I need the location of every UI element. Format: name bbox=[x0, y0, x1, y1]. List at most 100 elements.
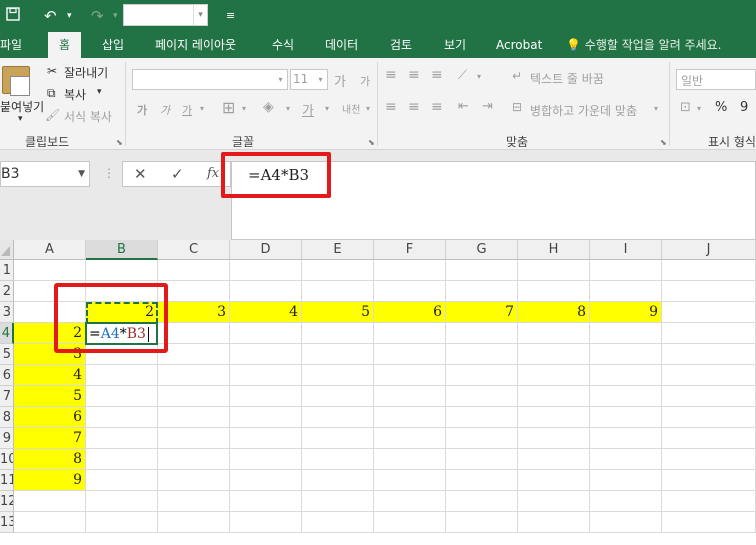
cell-G7[interactable] bbox=[446, 386, 518, 407]
cell-E11[interactable] bbox=[302, 470, 374, 491]
cell-E1[interactable] bbox=[302, 260, 374, 281]
cell-I8[interactable] bbox=[590, 407, 662, 428]
cell-H5[interactable] bbox=[518, 344, 590, 365]
chevron-down-icon[interactable]: ▾ bbox=[242, 104, 246, 113]
copy-button[interactable]: 복사 bbox=[64, 86, 86, 103]
cell-J4[interactable] bbox=[662, 323, 756, 344]
tab-3[interactable]: 페이지 레이아웃 bbox=[155, 32, 236, 58]
borders-icon[interactable]: ⊞ bbox=[222, 98, 235, 117]
increase-indent-icon[interactable]: ⇥ bbox=[482, 99, 493, 114]
cell-I11[interactable] bbox=[590, 470, 662, 491]
row-header-7[interactable]: 7 bbox=[0, 386, 14, 407]
merge-center-button[interactable]: 병합하고 가운데 맞춤 bbox=[530, 102, 637, 119]
cancel-icon[interactable]: ✕ bbox=[134, 165, 147, 183]
tab-4[interactable]: 수식 bbox=[272, 32, 294, 58]
number-format-box[interactable]: 일반 bbox=[676, 69, 756, 90]
cell-J10[interactable] bbox=[662, 449, 756, 470]
cell-F6[interactable] bbox=[374, 365, 446, 386]
row-header-3[interactable]: 3 bbox=[0, 302, 14, 323]
cell-C10[interactable] bbox=[158, 449, 230, 470]
cell-B12[interactable] bbox=[86, 491, 158, 512]
cell-G6[interactable] bbox=[446, 365, 518, 386]
cell-E10[interactable] bbox=[302, 449, 374, 470]
cell-I7[interactable] bbox=[590, 386, 662, 407]
column-header-D[interactable]: D bbox=[230, 240, 302, 260]
tell-me-search[interactable]: 💡 수행할 작업을 알려 주세요. bbox=[566, 32, 721, 58]
cell-J3[interactable] bbox=[662, 302, 756, 323]
align-top-icon[interactable]: ≡ bbox=[385, 67, 397, 83]
align-center-icon[interactable]: ≡ bbox=[408, 99, 420, 115]
cell-B8[interactable] bbox=[86, 407, 158, 428]
cell-D6[interactable] bbox=[230, 365, 302, 386]
cell-F4[interactable] bbox=[374, 323, 446, 344]
paste-button[interactable]: 붙여넣기 bbox=[0, 98, 44, 115]
orientation-icon[interactable]: ⟋ bbox=[458, 68, 467, 83]
cell-J8[interactable] bbox=[662, 407, 756, 428]
italic-button[interactable]: 가 bbox=[160, 102, 170, 118]
cell-A1[interactable] bbox=[14, 260, 86, 281]
dialog-launcher-icon[interactable]: ⬊ bbox=[116, 138, 123, 147]
row-header-5[interactable]: 5 bbox=[0, 344, 14, 365]
cell-D8[interactable] bbox=[230, 407, 302, 428]
cell-C12[interactable] bbox=[158, 491, 230, 512]
tab-8[interactable]: Acrobat bbox=[496, 32, 542, 58]
tab-2[interactable]: 삽입 bbox=[102, 32, 124, 58]
dialog-launcher-icon[interactable]: ⬊ bbox=[368, 138, 375, 147]
cell-E12[interactable] bbox=[302, 491, 374, 512]
merge-icon[interactable]: ⊟ bbox=[512, 100, 522, 114]
row-header-4[interactable]: 4 bbox=[0, 323, 14, 344]
cell-D10[interactable] bbox=[230, 449, 302, 470]
cell-I3[interactable]: 9 bbox=[590, 302, 662, 323]
row-header-12[interactable]: 12 bbox=[0, 491, 14, 512]
cell-E3[interactable]: 5 bbox=[302, 302, 374, 323]
enter-icon[interactable]: ✓ bbox=[171, 165, 184, 183]
font-name-box[interactable]: ▾ bbox=[132, 69, 288, 90]
cell-H13[interactable] bbox=[518, 512, 590, 533]
cell-H7[interactable] bbox=[518, 386, 590, 407]
cell-H8[interactable] bbox=[518, 407, 590, 428]
row-header-1[interactable]: 1 bbox=[0, 260, 14, 281]
cell-D11[interactable] bbox=[230, 470, 302, 491]
column-header-F[interactable]: F bbox=[374, 240, 446, 260]
cell-I5[interactable] bbox=[590, 344, 662, 365]
cell-H12[interactable] bbox=[518, 491, 590, 512]
cell-A11[interactable]: 9 bbox=[14, 470, 86, 491]
name-box[interactable]: B3 ▼ bbox=[0, 161, 90, 187]
cell-I9[interactable] bbox=[590, 428, 662, 449]
cell-F8[interactable] bbox=[374, 407, 446, 428]
cell-E2[interactable] bbox=[302, 281, 374, 302]
cell-G4[interactable] bbox=[446, 323, 518, 344]
cell-D2[interactable] bbox=[230, 281, 302, 302]
tab-6[interactable]: 검토 bbox=[390, 32, 412, 58]
cell-F13[interactable] bbox=[374, 512, 446, 533]
cell-C6[interactable] bbox=[158, 365, 230, 386]
cell-C7[interactable] bbox=[158, 386, 230, 407]
grow-font-button[interactable]: 가 bbox=[334, 71, 346, 90]
cell-C8[interactable] bbox=[158, 407, 230, 428]
column-header-I[interactable]: I bbox=[590, 240, 662, 260]
cell-H2[interactable] bbox=[518, 281, 590, 302]
cell-C11[interactable] bbox=[158, 470, 230, 491]
cut-button[interactable]: 잘라내기 bbox=[64, 64, 108, 81]
shrink-font-button[interactable]: 가 bbox=[360, 73, 370, 89]
underline-button[interactable]: 가 bbox=[182, 102, 192, 118]
phonetic-button[interactable]: 내천 bbox=[342, 101, 360, 116]
cell-I6[interactable] bbox=[590, 365, 662, 386]
cell-G3[interactable]: 7 bbox=[446, 302, 518, 323]
cell-E13[interactable] bbox=[302, 512, 374, 533]
cell-G9[interactable] bbox=[446, 428, 518, 449]
tab-7[interactable]: 보기 bbox=[444, 32, 466, 58]
cell-F5[interactable] bbox=[374, 344, 446, 365]
cell-J13[interactable] bbox=[662, 512, 756, 533]
cell-F3[interactable]: 6 bbox=[374, 302, 446, 323]
column-header-E[interactable]: E bbox=[302, 240, 374, 260]
cell-C5[interactable] bbox=[158, 344, 230, 365]
fill-color-icon[interactable]: ◈ bbox=[263, 99, 274, 115]
comma-button[interactable]: 9 bbox=[740, 100, 748, 115]
row-header-6[interactable]: 6 bbox=[0, 365, 14, 386]
column-header-H[interactable]: H bbox=[518, 240, 590, 260]
format-painter-button[interactable]: 서식 복사 bbox=[64, 108, 112, 125]
row-header-9[interactable]: 9 bbox=[0, 428, 14, 449]
save-icon[interactable] bbox=[6, 0, 20, 32]
cell-F11[interactable] bbox=[374, 470, 446, 491]
